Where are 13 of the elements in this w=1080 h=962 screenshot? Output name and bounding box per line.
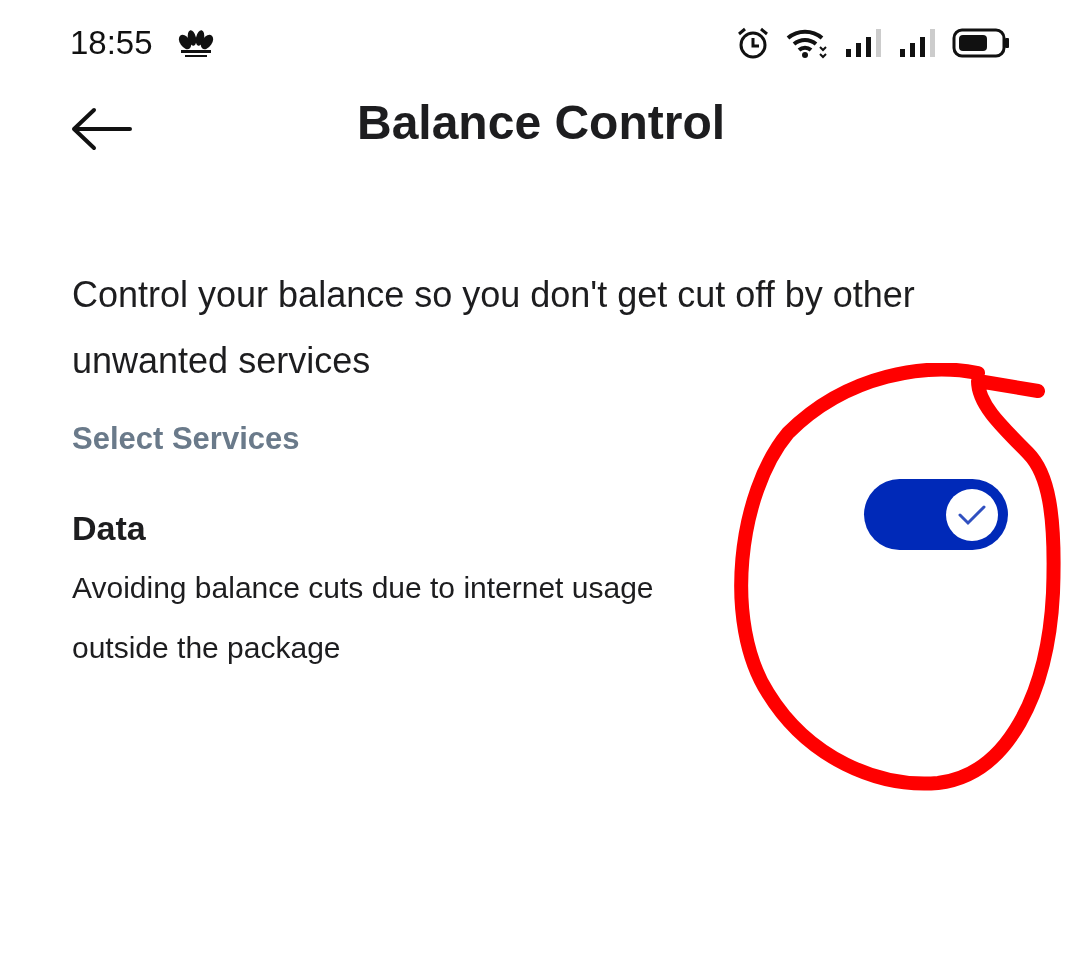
intro-text: Control your balance so you don't get cut off by other unwanted services bbox=[71, 273, 916, 383]
back-button[interactable] bbox=[70, 107, 132, 151]
alarm-icon bbox=[736, 27, 770, 59]
signal-icon bbox=[898, 27, 936, 59]
service-title: Data bbox=[72, 507, 147, 549]
section-label: Select Services bbox=[71, 420, 301, 458]
battery-icon bbox=[952, 28, 1010, 58]
status-time: 18:55 bbox=[70, 23, 153, 64]
signal-icon bbox=[844, 27, 882, 59]
service-description: Avoiding balance cuts due to internet usage outside the package bbox=[72, 569, 655, 666]
page-title: Balance Control bbox=[355, 95, 726, 151]
wifi-icon bbox=[786, 27, 828, 59]
peacock-icon bbox=[176, 28, 215, 58]
